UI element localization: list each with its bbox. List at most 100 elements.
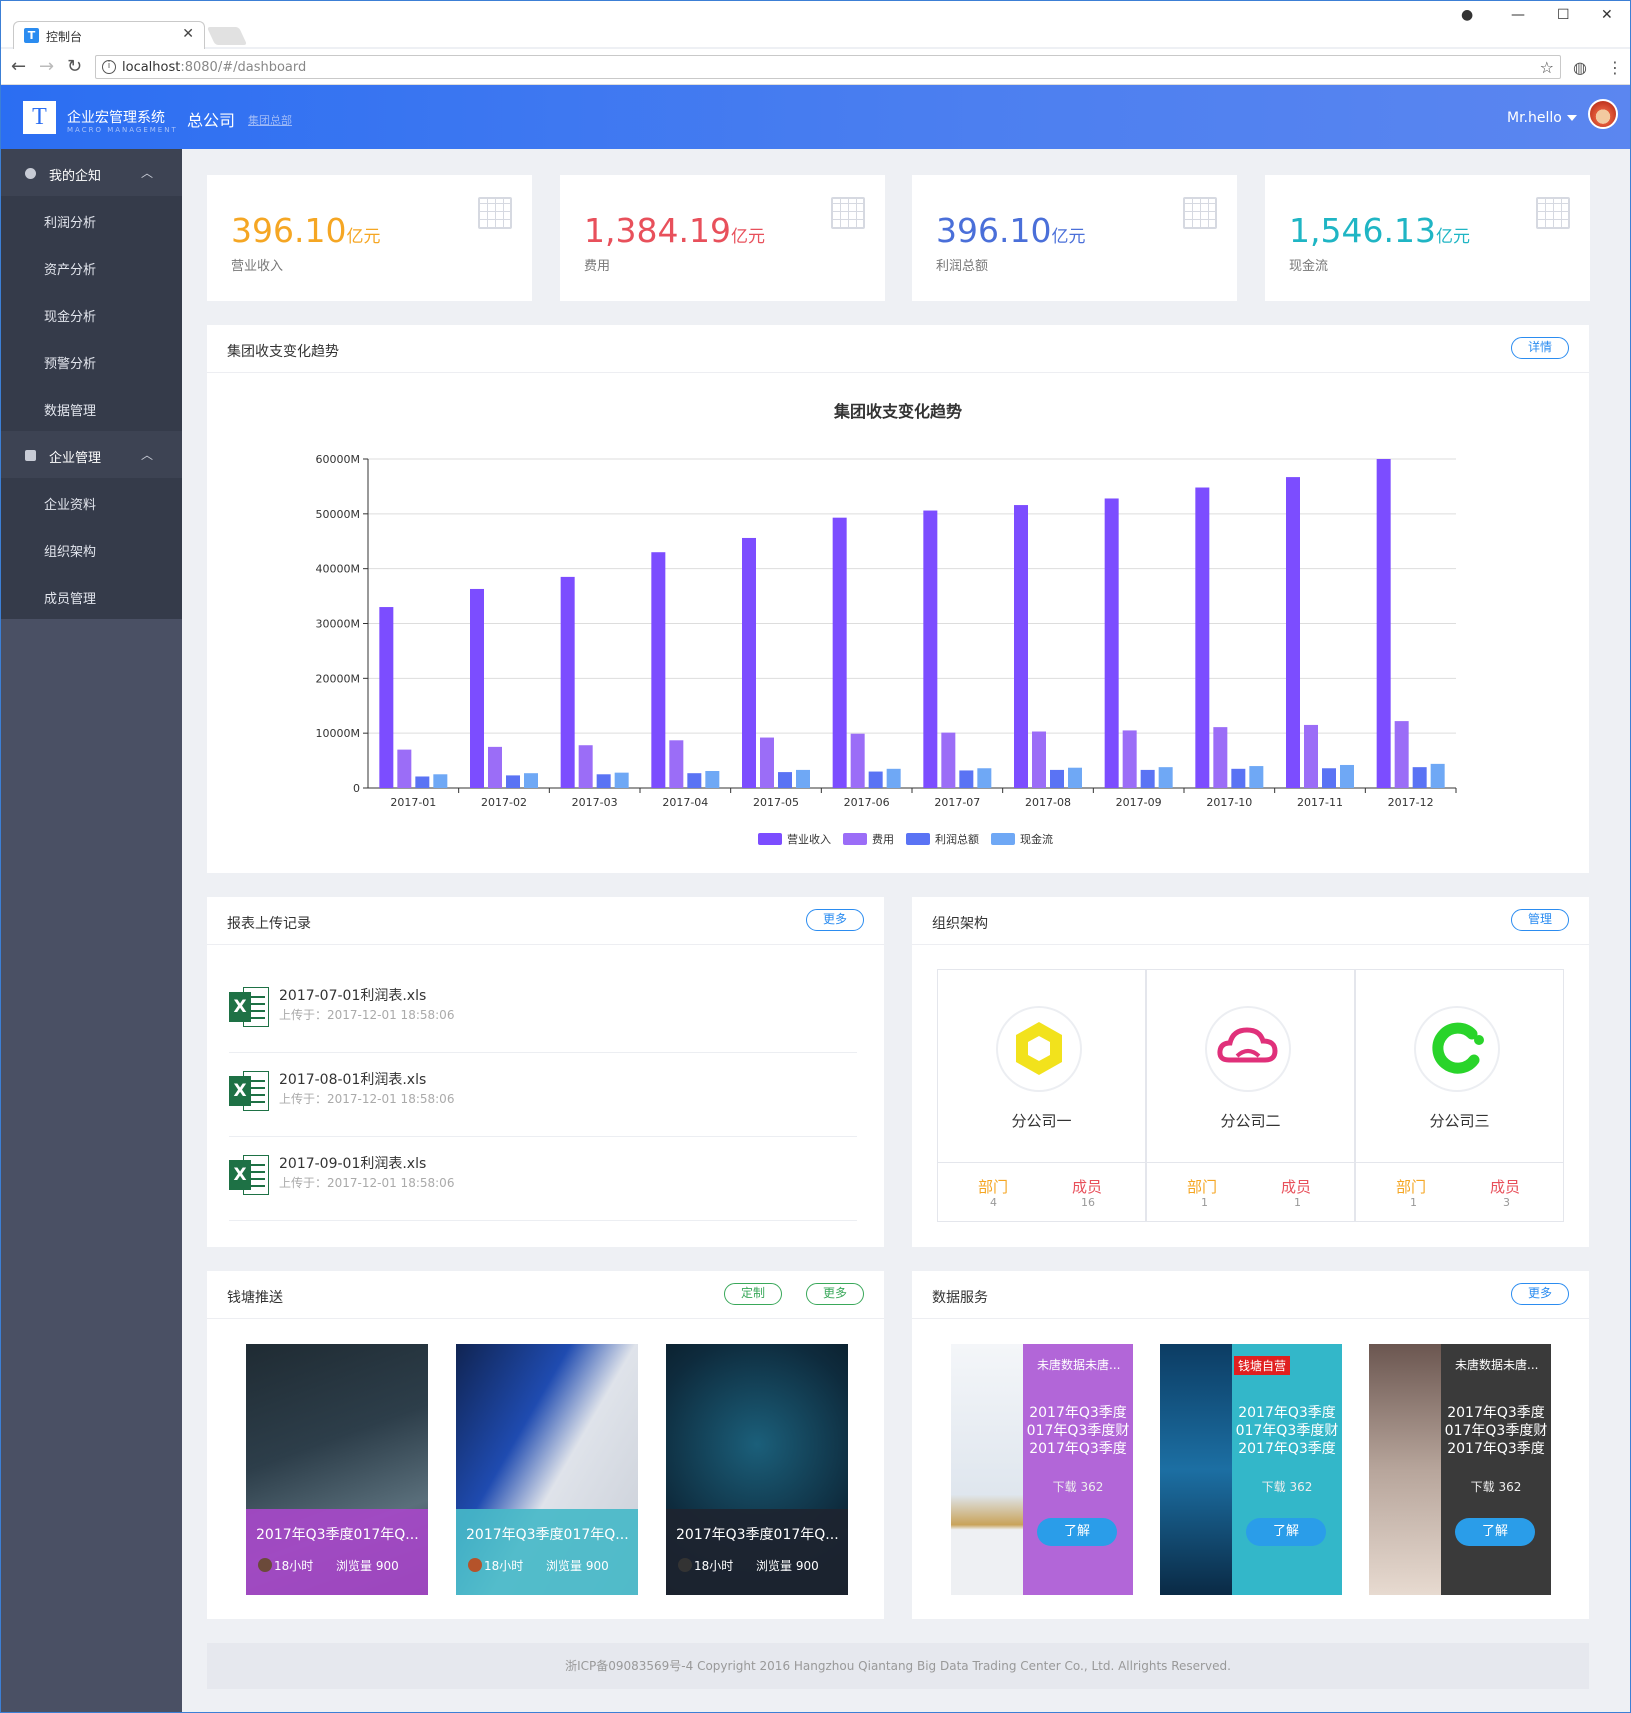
bar bbox=[977, 768, 992, 788]
app-logo: T bbox=[23, 101, 56, 134]
bar bbox=[1140, 769, 1155, 788]
customize-button[interactable]: 定制 bbox=[724, 1283, 782, 1305]
card-views: 浏览量 900 bbox=[546, 1559, 609, 1573]
y-tick-label: 50000M bbox=[316, 508, 360, 521]
card-text: 2017年Q3季度 017年Q3季度财 2017年Q3季度 bbox=[1441, 1404, 1551, 1458]
more-button[interactable]: 更多 bbox=[806, 1283, 864, 1305]
caret-down-icon[interactable] bbox=[1567, 115, 1577, 121]
learn-more-button[interactable]: 了解 bbox=[1246, 1518, 1326, 1546]
bar bbox=[1122, 730, 1137, 788]
list-item[interactable]: X 2017-09-01利润表.xls 上传于：2017-12-01 18:58… bbox=[229, 1137, 857, 1221]
manage-button[interactable]: 管理 bbox=[1511, 909, 1569, 931]
sidebar-item-data[interactable]: 数据管理 bbox=[1, 384, 182, 431]
org-name: 分公司二 bbox=[1220, 1112, 1281, 1130]
bar bbox=[1213, 727, 1228, 788]
learn-more-button[interactable]: 了解 bbox=[1037, 1518, 1117, 1546]
sidebar-item-assets[interactable]: 资产分析 bbox=[1, 243, 182, 290]
y-tick-label: 60000M bbox=[316, 453, 360, 466]
url-input[interactable]: i localhost:8080/#/dashboard ☆ bbox=[95, 55, 1561, 79]
card-time: 18小时 bbox=[274, 1559, 314, 1573]
favicon-icon: T bbox=[24, 28, 39, 43]
sidebar-item-members[interactable]: 成员管理 bbox=[1, 572, 182, 619]
card-tag: 未唐数据未唐... bbox=[1037, 1358, 1121, 1372]
card-line: 017年Q3季度财 bbox=[1235, 1423, 1339, 1439]
bar bbox=[1340, 764, 1354, 788]
account-icon[interactable]: ● bbox=[1461, 7, 1473, 23]
forward-icon[interactable]: → bbox=[39, 56, 54, 77]
bar bbox=[1304, 724, 1318, 788]
browser-tab[interactable]: T 控制台 ✕ bbox=[13, 21, 205, 49]
member-label: 成员 bbox=[1490, 1178, 1521, 1196]
bar-chart: 集团收支变化趋势 0 10000M 20000M 30000M 40000M 50000M 6… bbox=[316, 402, 1457, 846]
sidebar-group-label: 我的企知 bbox=[49, 169, 102, 184]
sidebar-group-enterprise[interactable]: 企业管理 ︿ bbox=[1, 431, 182, 478]
file-name[interactable]: 2017-09-01利润表.xls bbox=[279, 1153, 426, 1173]
sidebar-item-label: 资产分析 bbox=[44, 263, 97, 278]
x-tick-label: 2017-03 bbox=[572, 796, 618, 809]
sidebar-item-org[interactable]: 组织架构 bbox=[1, 525, 182, 572]
dept-count: 1 bbox=[1201, 1196, 1208, 1209]
push-card[interactable]: 2017年Q3季度017年Q... 18小时 浏览量 900 bbox=[456, 1344, 638, 1595]
c-logo-icon bbox=[1414, 1006, 1500, 1092]
card-line: 017年Q3季度财 bbox=[1026, 1423, 1130, 1439]
sidebar-item-warning[interactable]: 预警分析 bbox=[1, 337, 182, 384]
list-item[interactable]: X 2017-07-01利润表.xls 上传于：2017-12-01 18:58… bbox=[229, 969, 857, 1053]
panel-title: 钱塘推送 bbox=[227, 1290, 283, 1306]
new-tab-button[interactable] bbox=[206, 27, 248, 45]
card-downloads: 下载 362 bbox=[1470, 1480, 1522, 1494]
sidebar-item-profile[interactable]: 企业资料 bbox=[1, 478, 182, 525]
more-button[interactable]: 更多 bbox=[1511, 1283, 1569, 1305]
x-tick-label: 2017-09 bbox=[1116, 796, 1162, 809]
data-card[interactable]: 钱塘自营 2017年Q3季度 017年Q3季度财 2017年Q3季度 下载 362 … bbox=[1160, 1344, 1342, 1595]
avatar[interactable] bbox=[1588, 99, 1618, 129]
org-card[interactable]: 分公司二 部门 1 成员 1 bbox=[1146, 969, 1355, 1222]
card-line: 017年Q3季度财 bbox=[1444, 1423, 1548, 1439]
sidebar-group-knowledge[interactable]: 我的企知 ︿ bbox=[1, 149, 182, 196]
bar bbox=[886, 768, 901, 788]
close-window-icon[interactable]: ✕ bbox=[1601, 7, 1613, 23]
info-icon[interactable]: i bbox=[102, 60, 116, 74]
sidebar-item-profit[interactable]: 利润分析 bbox=[1, 196, 182, 243]
tab-close-icon[interactable]: ✕ bbox=[182, 26, 194, 42]
divider bbox=[1147, 1162, 1354, 1163]
company-name: 总公司 bbox=[187, 111, 236, 130]
maximize-icon[interactable]: ☐ bbox=[1557, 7, 1570, 23]
file-name[interactable]: 2017-08-01利润表.xls bbox=[279, 1069, 426, 1089]
bar bbox=[470, 588, 484, 788]
reload-icon[interactable]: ↻ bbox=[67, 56, 82, 77]
brand-subtitle: MACRO MANAGEMENT bbox=[67, 126, 178, 134]
data-card[interactable]: 未唐数据未唐... 2017年Q3季度 017年Q3季度财 2017年Q3季度 下载… bbox=[1369, 1344, 1551, 1595]
kpi-number: 1,384.19 bbox=[584, 211, 731, 250]
learn-more-button[interactable]: 了解 bbox=[1455, 1518, 1535, 1546]
back-icon[interactable]: ← bbox=[11, 56, 26, 77]
data-card[interactable]: 未唐数据未唐... 2017年Q3季度 017年Q3季度财 2017年Q3季度 下载… bbox=[951, 1344, 1133, 1595]
y-tick-label: 0 bbox=[353, 782, 360, 795]
bar bbox=[1394, 721, 1409, 788]
extension-icon[interactable]: ◍ bbox=[1573, 58, 1587, 77]
more-button[interactable]: 更多 bbox=[806, 909, 864, 931]
x-tick-label: 2017-02 bbox=[481, 796, 527, 809]
bookmark-star-icon[interactable]: ☆ bbox=[1540, 58, 1554, 77]
org-card[interactable]: 分公司三 部门 1 成员 3 bbox=[1355, 969, 1564, 1222]
legend-label: 利润总额 bbox=[935, 832, 979, 846]
divider bbox=[207, 1318, 884, 1319]
browser-window: T 控制台 ✕ ● — ☐ ✕ ← → ↻ i localhost:8080/#… bbox=[0, 0, 1631, 1713]
company-switch-link[interactable]: 集团总部 bbox=[248, 112, 292, 128]
file-name[interactable]: 2017-07-01利润表.xls bbox=[279, 985, 426, 1005]
push-card[interactable]: 2017年Q3季度017年Q... 18小时 浏览量 900 bbox=[246, 1344, 428, 1595]
sidebar-item-cash[interactable]: 现金分析 bbox=[1, 290, 182, 337]
legend-swatch bbox=[843, 833, 867, 845]
bar bbox=[560, 576, 575, 788]
user-menu[interactable]: Mr.hello bbox=[1507, 110, 1562, 126]
card-overlay bbox=[1023, 1344, 1133, 1595]
menu-icon[interactable]: ⋮ bbox=[1607, 58, 1623, 77]
push-card[interactable]: 2017年Q3季度017年Q... 18小时 浏览量 900 bbox=[666, 1344, 848, 1595]
chart-title: 集团收支变化趋势 bbox=[833, 402, 962, 421]
list-item[interactable]: X 2017-08-01利润表.xls 上传于：2017-12-01 18:58… bbox=[229, 1053, 857, 1137]
cloud-icon bbox=[1205, 1006, 1291, 1092]
org-card[interactable]: 分公司一 部门 4 成员 16 bbox=[937, 969, 1146, 1222]
kpi-label: 现金流 bbox=[1289, 259, 1329, 274]
minimize-icon[interactable]: — bbox=[1511, 7, 1525, 23]
bar bbox=[1231, 768, 1246, 788]
bar bbox=[1158, 767, 1173, 788]
